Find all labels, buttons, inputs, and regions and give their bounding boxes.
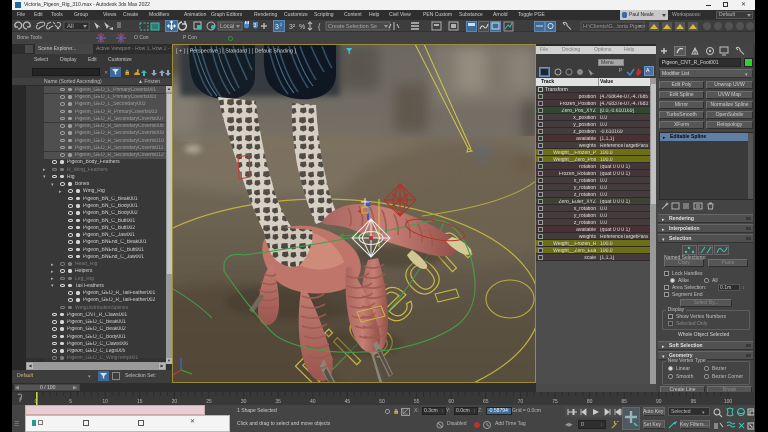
svg-text:%: % <box>299 24 305 31</box>
svg-text:[ + ] [ Perspective ] [ Standa: [ + ] [ Perspective ] [ Standard ] [ Def… <box>176 49 297 55</box>
svg-text:3: 3 <box>275 24 279 31</box>
svg-text:3: 3 <box>254 23 257 29</box>
svg-text:H:\Clients\G...toria Pigeor: H:\Clients\G...toria Pigeor <box>583 24 646 30</box>
svg-text:Local: Local <box>220 24 234 30</box>
svg-text:{: { <box>318 24 321 31</box>
svg-text:Create Selection Se: Create Selection Se <box>328 24 377 30</box>
svg-text:All: All <box>67 24 74 30</box>
svg-text:3²: 3² <box>289 24 296 31</box>
